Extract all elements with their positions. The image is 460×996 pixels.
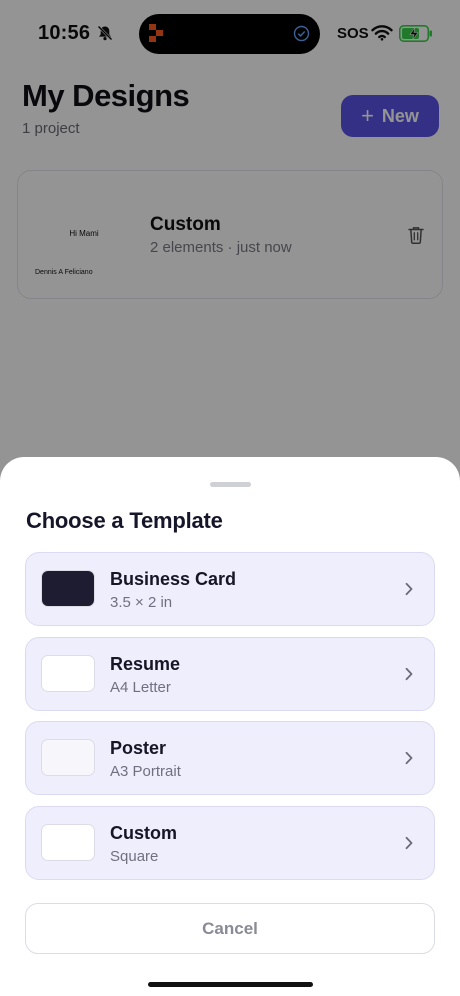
template-swatch — [41, 739, 95, 776]
template-sheet: Choose a Template Business Card 3.5 × 2 … — [0, 457, 460, 996]
chevron-right-icon — [404, 751, 414, 770]
template-size: A4 Letter — [110, 679, 171, 696]
template-name: Custom — [110, 823, 177, 843]
template-name: Business Card — [110, 569, 237, 589]
sheet-title: Choose a Template — [26, 508, 223, 533]
template-resume[interactable]: Resume A4 Letter — [25, 637, 435, 711]
chevron-right-icon — [404, 667, 414, 686]
template-name: Resume — [110, 654, 181, 674]
sheet-grabber[interactable] — [210, 482, 251, 487]
template-swatch — [41, 824, 95, 861]
template-size: 3.5 × 2 in — [110, 594, 173, 611]
template-custom[interactable]: Custom Square — [25, 806, 435, 880]
template-swatch — [41, 655, 95, 692]
template-size: A3 Portrait — [110, 763, 181, 780]
chevron-right-icon — [404, 836, 414, 855]
template-poster[interactable]: Poster A3 Portrait — [25, 721, 435, 795]
template-business-card[interactable]: Business Card 3.5 × 2 in — [25, 552, 435, 626]
cancel-button[interactable]: Cancel — [25, 903, 435, 954]
template-name: Poster — [110, 738, 167, 758]
template-size: Square — [110, 848, 159, 865]
template-swatch — [41, 570, 95, 607]
home-indicator[interactable] — [148, 982, 313, 987]
chevron-right-icon — [404, 582, 414, 601]
